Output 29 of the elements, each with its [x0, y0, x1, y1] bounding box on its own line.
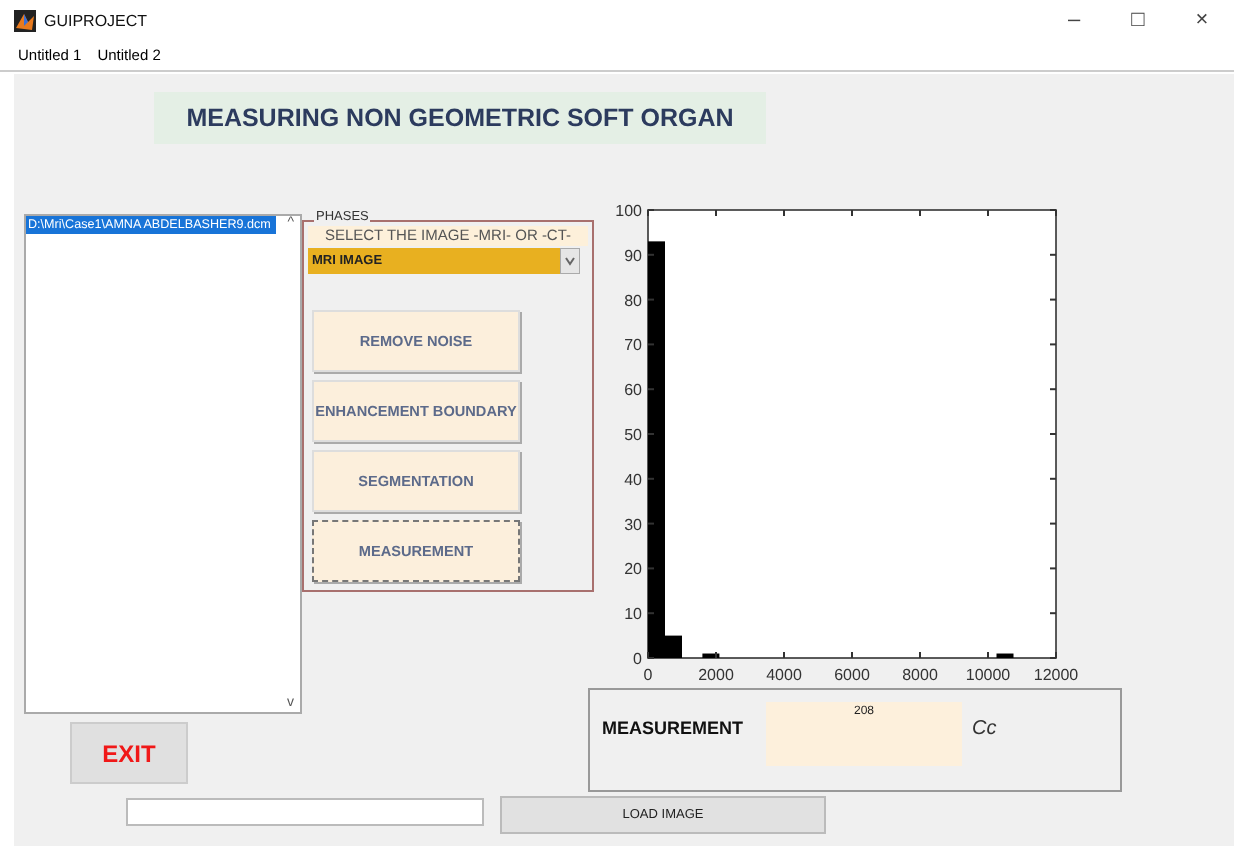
window-control[interactable]: □ — [1106, 8, 1170, 32]
bar — [665, 635, 682, 658]
x-tick-label: 8000 — [902, 666, 939, 684]
unit-label: Cc — [972, 718, 997, 740]
y-tick-label: 50 — [624, 426, 644, 444]
y-tick-label: 100 — [615, 202, 644, 220]
window-title: GUIPROJECT — [44, 11, 148, 29]
y-tick-label: 10 — [624, 605, 644, 624]
window-control[interactable]: × — [1170, 8, 1234, 32]
y-tick-label: 20 — [624, 560, 644, 579]
x-tick-label: 10000 — [965, 666, 1012, 684]
y-tick-label: 60 — [624, 381, 644, 400]
x-tick-label: 4000 — [766, 666, 803, 684]
x-tick-label: 2000 — [698, 666, 735, 684]
banner-title: MEASURING NON GEOMETRIC SOFT ORGAN — [154, 92, 766, 144]
y-tick-label: 80 — [624, 291, 644, 310]
y-tick-label: 40 — [624, 470, 644, 489]
app-icon — [14, 9, 36, 31]
measurement-label: MEASUREMENT — [602, 718, 744, 738]
y-tick-label: 70 — [624, 336, 644, 355]
y-tick-label: 0 — [633, 650, 644, 668]
x-tick-label: 12000 — [1033, 666, 1080, 684]
y-tick-label: 30 — [624, 515, 644, 534]
y-tick-label: 90 — [624, 246, 644, 265]
dropdown-arrow-icon — [560, 248, 580, 274]
x-tick-label: 6000 — [834, 666, 871, 684]
window-control[interactable]: – — [1042, 8, 1106, 32]
path-field[interactable] — [126, 798, 484, 826]
bar — [648, 241, 665, 658]
